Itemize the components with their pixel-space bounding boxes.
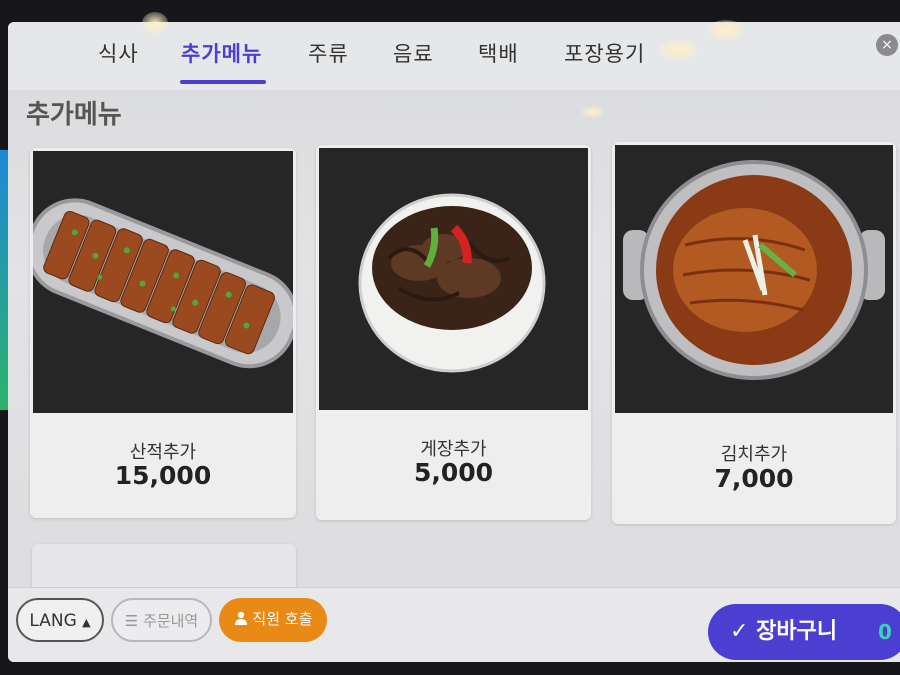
call-staff-button[interactable]: 직원 호출 <box>219 598 327 642</box>
tab-drinks[interactable]: 음료 <box>393 38 434 68</box>
menu-item-price: 7,000 <box>714 464 794 493</box>
order-history-button[interactable]: ☰ 주문내역 <box>111 598 212 642</box>
call-staff-label: 직원 호출 <box>252 610 313 628</box>
cart-count-badge: 0 <box>878 620 892 644</box>
adjacent-screen-edge <box>0 150 8 410</box>
lang-button[interactable]: LANG ▲ <box>16 598 104 642</box>
tab-packaging[interactable]: 포장용기 <box>564 38 645 68</box>
light-reflection <box>582 106 604 118</box>
menu-item-price: 5,000 <box>413 458 494 487</box>
menu-item-name: 김치추가 <box>720 444 788 465</box>
close-icon[interactable]: × <box>876 34 898 56</box>
menu-card-kimchi[interactable]: 김치추가 7,000 <box>612 142 896 524</box>
cart-label: 장바구니 <box>756 619 838 644</box>
order-history-label: 주문내역 <box>143 612 199 630</box>
menu-card-skewers[interactable]: 산적추가 15,000 <box>30 148 296 518</box>
light-reflection <box>142 12 168 34</box>
caret-up-icon: ▲ <box>82 616 91 629</box>
skewers-photo <box>33 151 293 413</box>
active-tab-indicator <box>180 80 266 84</box>
person-icon <box>234 610 253 628</box>
menu-item-price: 15,000 <box>114 461 212 490</box>
section-title: 추가메뉴 <box>26 100 122 130</box>
lang-label: LANG <box>29 611 77 631</box>
menu-card-crab[interactable]: 게장추가 5,000 <box>316 145 591 520</box>
category-tab-bar: 식사 추가메뉴 주류 음료 택배 포장용기 × <box>8 22 900 90</box>
light-reflection <box>708 20 744 40</box>
crab-photo <box>319 148 588 410</box>
tab-meal[interactable]: 식사 <box>98 38 139 68</box>
kiosk-screen: 식사 추가메뉴 주류 음료 택배 포장용기 × 추가메뉴 산적추가 15,000… <box>8 22 900 662</box>
list-icon: ☰ <box>124 612 139 630</box>
kimchi-photo <box>615 145 893 413</box>
tab-extra-menu[interactable]: 추가메뉴 <box>181 38 262 68</box>
cart-button[interactable]: ✓ 장바구니 0 <box>708 604 900 660</box>
check-icon: ✓ <box>730 619 749 644</box>
tab-alcohol[interactable]: 주류 <box>308 38 349 68</box>
bottom-action-bar: LANG ▲ ☰ 주문내역 직원 호출 ✓ 장바구니 0 <box>8 587 900 662</box>
light-reflection <box>658 40 698 60</box>
tab-delivery[interactable]: 택배 <box>478 38 519 68</box>
